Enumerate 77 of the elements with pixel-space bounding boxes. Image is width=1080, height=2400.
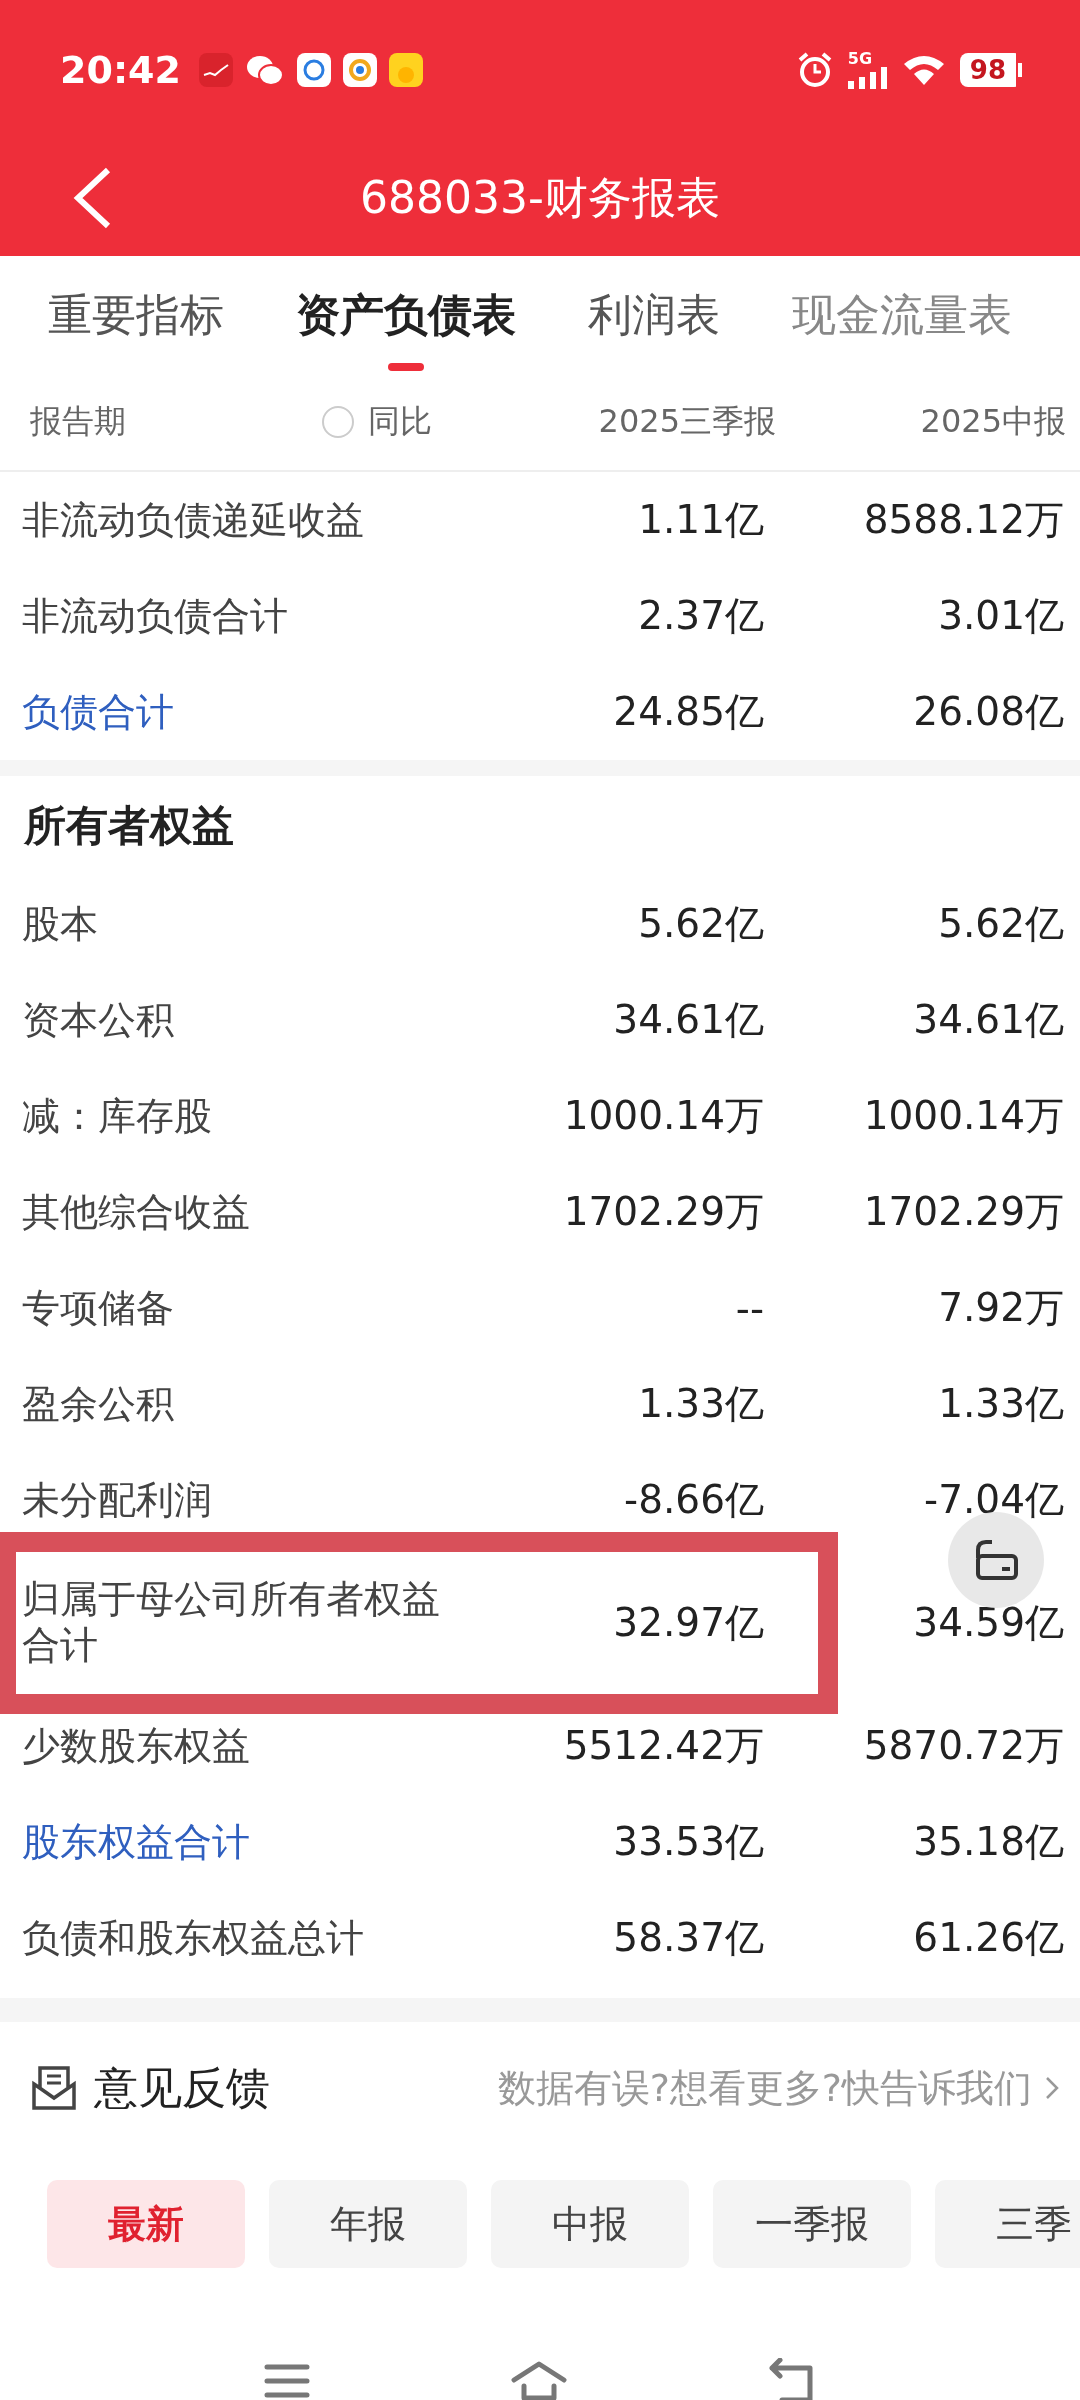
section-heading: 所有者权益 [24,800,234,852]
home-button[interactable] [510,2360,568,2400]
table-cell-text: 34.61亿 [912,996,1064,1044]
table-cell-text: -- [734,1285,764,1331]
row-label: 减：库存股 [22,1092,213,1140]
column-header: 2025三季报 [597,401,776,442]
swirl-app-icon [296,53,331,87]
column-header: 2025中报 [919,401,1066,442]
feedback-title: 意见反馈 [94,2060,270,2115]
network-type: 5G [847,51,873,67]
chart-app-icon [198,53,233,87]
chevron-icon [1044,2075,1060,2101]
row-label: 专项储备 [22,1284,175,1332]
signal-icon [847,67,888,89]
row-label: 少数股东权益 [22,1722,251,1770]
row-label: 资本公积 [22,996,175,1044]
mascot-app-icon [388,53,423,87]
table-cell-text: 8588.12万 [862,496,1064,544]
table-cell-text: 26.08亿 [912,688,1064,736]
table-cell-text: 61.26亿 [912,1914,1064,1962]
period-chip[interactable]: 年报 [269,2180,467,2268]
menu-icon [264,2363,310,2399]
table-cell-text: 34.59亿 [912,1599,1064,1647]
radio-button[interactable] [322,406,354,438]
table-cell-text: 1.33亿 [937,1380,1064,1428]
battery-level: 98 [959,53,1022,87]
back-button[interactable] [72,166,112,230]
yoy-toggle[interactable]: 同比 [322,400,522,444]
menu-button[interactable] [264,2363,310,2399]
total-link[interactable]: 股东权益合计 [22,1816,250,1868]
page-title: 688033-财务报表 [360,170,720,225]
table-cell-text: 3.01亿 [937,592,1064,640]
table-cell-text: 34.61亿 [612,996,764,1044]
table-cell-text: 1702.29万 [562,1188,764,1236]
tab[interactable]: 重要指标 [48,275,224,374]
chat-app-icon [244,53,285,87]
table-cell-text: 1.11亿 [637,496,764,544]
home-icon [510,2360,568,2400]
mail-icon [30,2064,78,2112]
row-label: 其他综合收益 [22,1188,251,1236]
row-label: 未分配利润 [22,1476,213,1524]
tab[interactable]: 资产负债表 [296,275,516,374]
table-cell-text: 1702.29万 [862,1188,1064,1236]
return-icon [768,2358,816,2400]
table-cell-text: 7.92万 [937,1284,1064,1332]
table-cell-text: 5.62亿 [637,900,764,948]
row-label: 非流动负债递延收益 [22,496,365,544]
table-cell-text: 1.33亿 [637,1380,764,1428]
period-chip[interactable]: 最新 [47,2180,245,2268]
status-time: 20:42 [60,48,181,92]
table-cell-text: -8.66亿 [623,1476,764,1524]
row-label: 盈余公积 [22,1380,175,1428]
row-label: 非流动负债合计 [22,592,289,640]
period-chip[interactable]: 中报 [491,2180,689,2268]
table-cell-text: 58.37亿 [612,1914,764,1962]
table-cell-text: -7.04亿 [923,1476,1064,1524]
row-label: 股本 [22,900,99,948]
table-cell-text: 24.85亿 [612,688,764,736]
table-cell-text: 35.18亿 [912,1818,1064,1866]
table-cell-text: 1000.14万 [862,1092,1064,1140]
period-chip[interactable]: 一季报 [713,2180,911,2268]
table-cell-text: 5.62亿 [937,900,1064,948]
table-cell-text: 1000.14万 [562,1092,764,1140]
table-cell-text: 32.97亿 [612,1599,764,1647]
total-link[interactable]: 负债合计 [22,686,174,738]
tab[interactable]: 现金流量表 [792,275,1012,374]
browser-app-icon [342,53,377,87]
column-header: 报告期 [30,401,127,442]
table-cell-text: 5870.72万 [862,1722,1064,1770]
table-cell-text: 2.37亿 [637,592,764,640]
back-button[interactable] [768,2358,816,2400]
tab[interactable]: 利润表 [588,275,720,374]
row-label: 负债和股东权益总计 [22,1914,365,1962]
table-cell-text: 33.53亿 [612,1818,764,1866]
period-chip[interactable]: 三季 [935,2180,1080,2268]
table-cell-text: 5512.42万 [562,1722,764,1770]
row-label: 归属于母公司所有者权益合计 [22,1577,441,1669]
